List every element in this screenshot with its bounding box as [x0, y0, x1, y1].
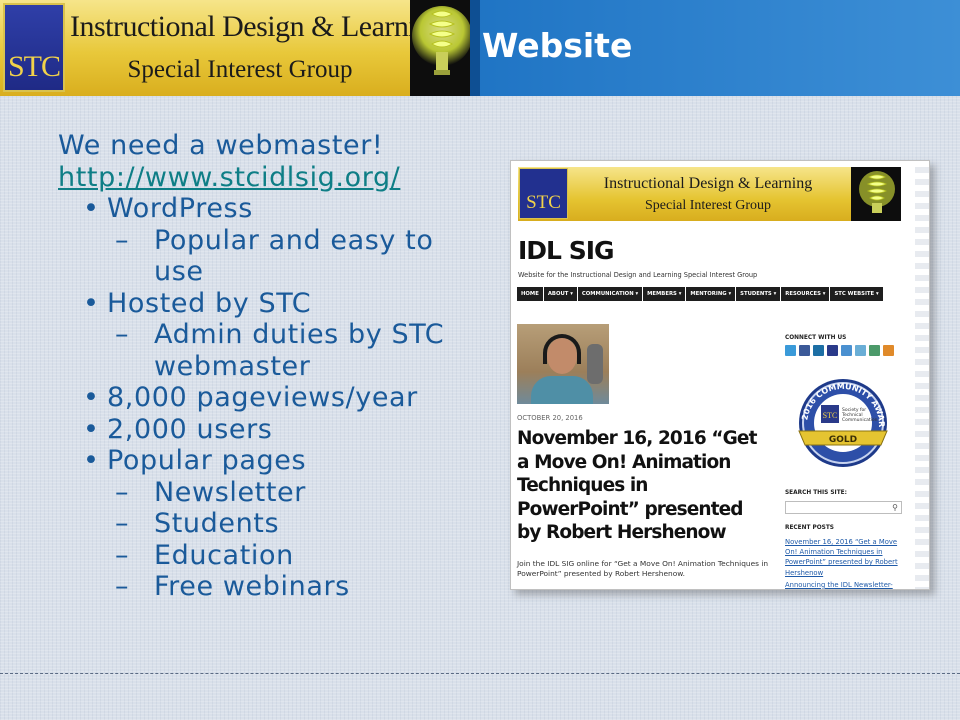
dash-icon: – — [115, 571, 130, 602]
nav-home[interactable]: HOME — [517, 287, 543, 301]
banner-title: Instructional Design & Learning — [70, 10, 446, 43]
sub-bullet-admin: – Admin duties by STC — [115, 319, 445, 350]
post-excerpt: Join the IDL SIG online for “Get a Move … — [517, 559, 769, 578]
sub-bullet-admin-cont: webmaster — [154, 350, 311, 382]
blog-icon[interactable] — [841, 345, 852, 356]
sub-bullet-popular: – Popular and easy to — [115, 224, 434, 256]
linkedin-icon[interactable] — [813, 345, 824, 356]
bullet-icon: • — [83, 287, 100, 319]
site-description: Website for the Instructional Design and… — [518, 271, 758, 279]
dash-icon: – — [115, 224, 130, 256]
bullet-pageviews: • 8,000 pageviews/year — [83, 382, 418, 413]
sig-banner: STC Instructional Design & Learning Spec… — [0, 0, 470, 96]
connect-heading: CONNECT WITH US — [785, 335, 847, 341]
bullet-popular-pages: • Popular pages — [83, 445, 307, 476]
sub-bullet-webinars: – Free webinars — [115, 571, 350, 602]
site-title[interactable]: IDL SIG — [518, 236, 615, 265]
site-url-link[interactable]: http://www.stcidlsig.org/ — [58, 162, 478, 194]
dash-icon: – — [115, 539, 130, 571]
website-screenshot: STC Instructional Design & Learning Spec… — [510, 160, 930, 590]
bullet-icon: • — [83, 382, 100, 413]
badge-stc-logo: STC — [823, 411, 838, 420]
bullet-users: • 2,000 users — [83, 413, 273, 445]
site-search-input[interactable]: ⚲ — [785, 501, 902, 514]
site-nav: HOME ABOUT ▾ COMMUNICATION ▾ MEMBERS ▾ M… — [517, 287, 889, 301]
site-banner: STC Instructional Design & Learning Spec… — [518, 167, 901, 221]
lightbulb-icon — [410, 0, 470, 96]
social-icons — [785, 345, 894, 356]
bullet-icon: • — [83, 445, 100, 476]
sub-bullet-newsletter: – Newsletter — [115, 476, 306, 508]
recent-posts-heading: RECENT POSTS — [785, 525, 834, 531]
slide-header: STC Instructional Design & Learning Spec… — [0, 0, 960, 96]
post-photo — [517, 324, 609, 404]
sub-bullet-education: – Education — [115, 539, 294, 571]
post-date: OCTOBER 20, 2016 — [517, 414, 583, 422]
site-banner-subtitle: Special Interest Group — [645, 198, 771, 213]
bullet-icon: • — [83, 193, 100, 224]
stc-logo-text: STC — [7, 50, 61, 83]
slide-body: We need a webmaster! http://www.stcidlsi… — [58, 130, 478, 603]
share-icon[interactable] — [855, 345, 866, 356]
intro-line: We need a webmaster! — [58, 130, 384, 161]
dash-icon: – — [115, 319, 130, 350]
bullet-hosted: • Hosted by STC — [83, 287, 312, 319]
badge-org-line-3: Communication — [842, 417, 878, 423]
recent-post-link[interactable]: November 16, 2016 “Get a Move On! Animat… — [785, 537, 903, 578]
search-heading: SEARCH THIS SITE: — [785, 490, 847, 496]
rss-icon[interactable] — [883, 345, 894, 356]
dash-icon: – — [115, 476, 130, 508]
post-title[interactable]: November 16, 2016 “Get a Move On! Animat… — [517, 427, 767, 545]
recent-posts-list: November 16, 2016 “Get a Move On! Animat… — [785, 537, 903, 589]
nav-about[interactable]: ABOUT ▾ — [543, 287, 577, 301]
sub-bullet-popular-cont: use — [154, 256, 204, 287]
site-banner-title: Instructional Design & Learning — [603, 175, 813, 192]
slide-title: Website — [482, 26, 633, 65]
nav-members[interactable]: MEMBERS ▾ — [643, 287, 686, 301]
search-icon[interactable]: ⚲ — [892, 503, 898, 512]
nav-mentoring[interactable]: MENTORING ▾ — [686, 287, 736, 301]
dash-icon: – — [115, 508, 130, 539]
site-stc-logo: STC — [519, 168, 568, 219]
globe-icon[interactable] — [869, 345, 880, 356]
title-bar: Website — [470, 0, 960, 96]
site-lightbulb-icon — [851, 167, 901, 221]
community-award-badge: 2016 COMMUNITY AWARD WINNER STC Society … — [781, 362, 901, 473]
sub-bullet-students: – Students — [115, 508, 280, 539]
footer-divider — [0, 673, 960, 674]
nav-stc-website[interactable]: STC WEBSITE ▾ — [830, 287, 883, 301]
stc-logo: STC — [3, 3, 65, 92]
bullet-icon: • — [83, 413, 100, 445]
bullet-wordpress: • WordPress — [83, 193, 253, 224]
facebook-icon[interactable] — [799, 345, 810, 356]
nav-resources[interactable]: RESOURCES ▾ — [781, 287, 830, 301]
banner-subtitle: Special Interest Group — [127, 56, 353, 83]
app-icon[interactable] — [827, 345, 838, 356]
twitter-icon[interactable] — [785, 345, 796, 356]
recent-post-link[interactable]: Announcing the IDL Newsletter- Q3 — [785, 580, 903, 589]
nav-communication[interactable]: COMMUNICATION ▾ — [577, 287, 643, 301]
badge-gold-ribbon: GOLD — [829, 435, 857, 445]
nav-students[interactable]: STUDENTS ▾ — [736, 287, 781, 301]
